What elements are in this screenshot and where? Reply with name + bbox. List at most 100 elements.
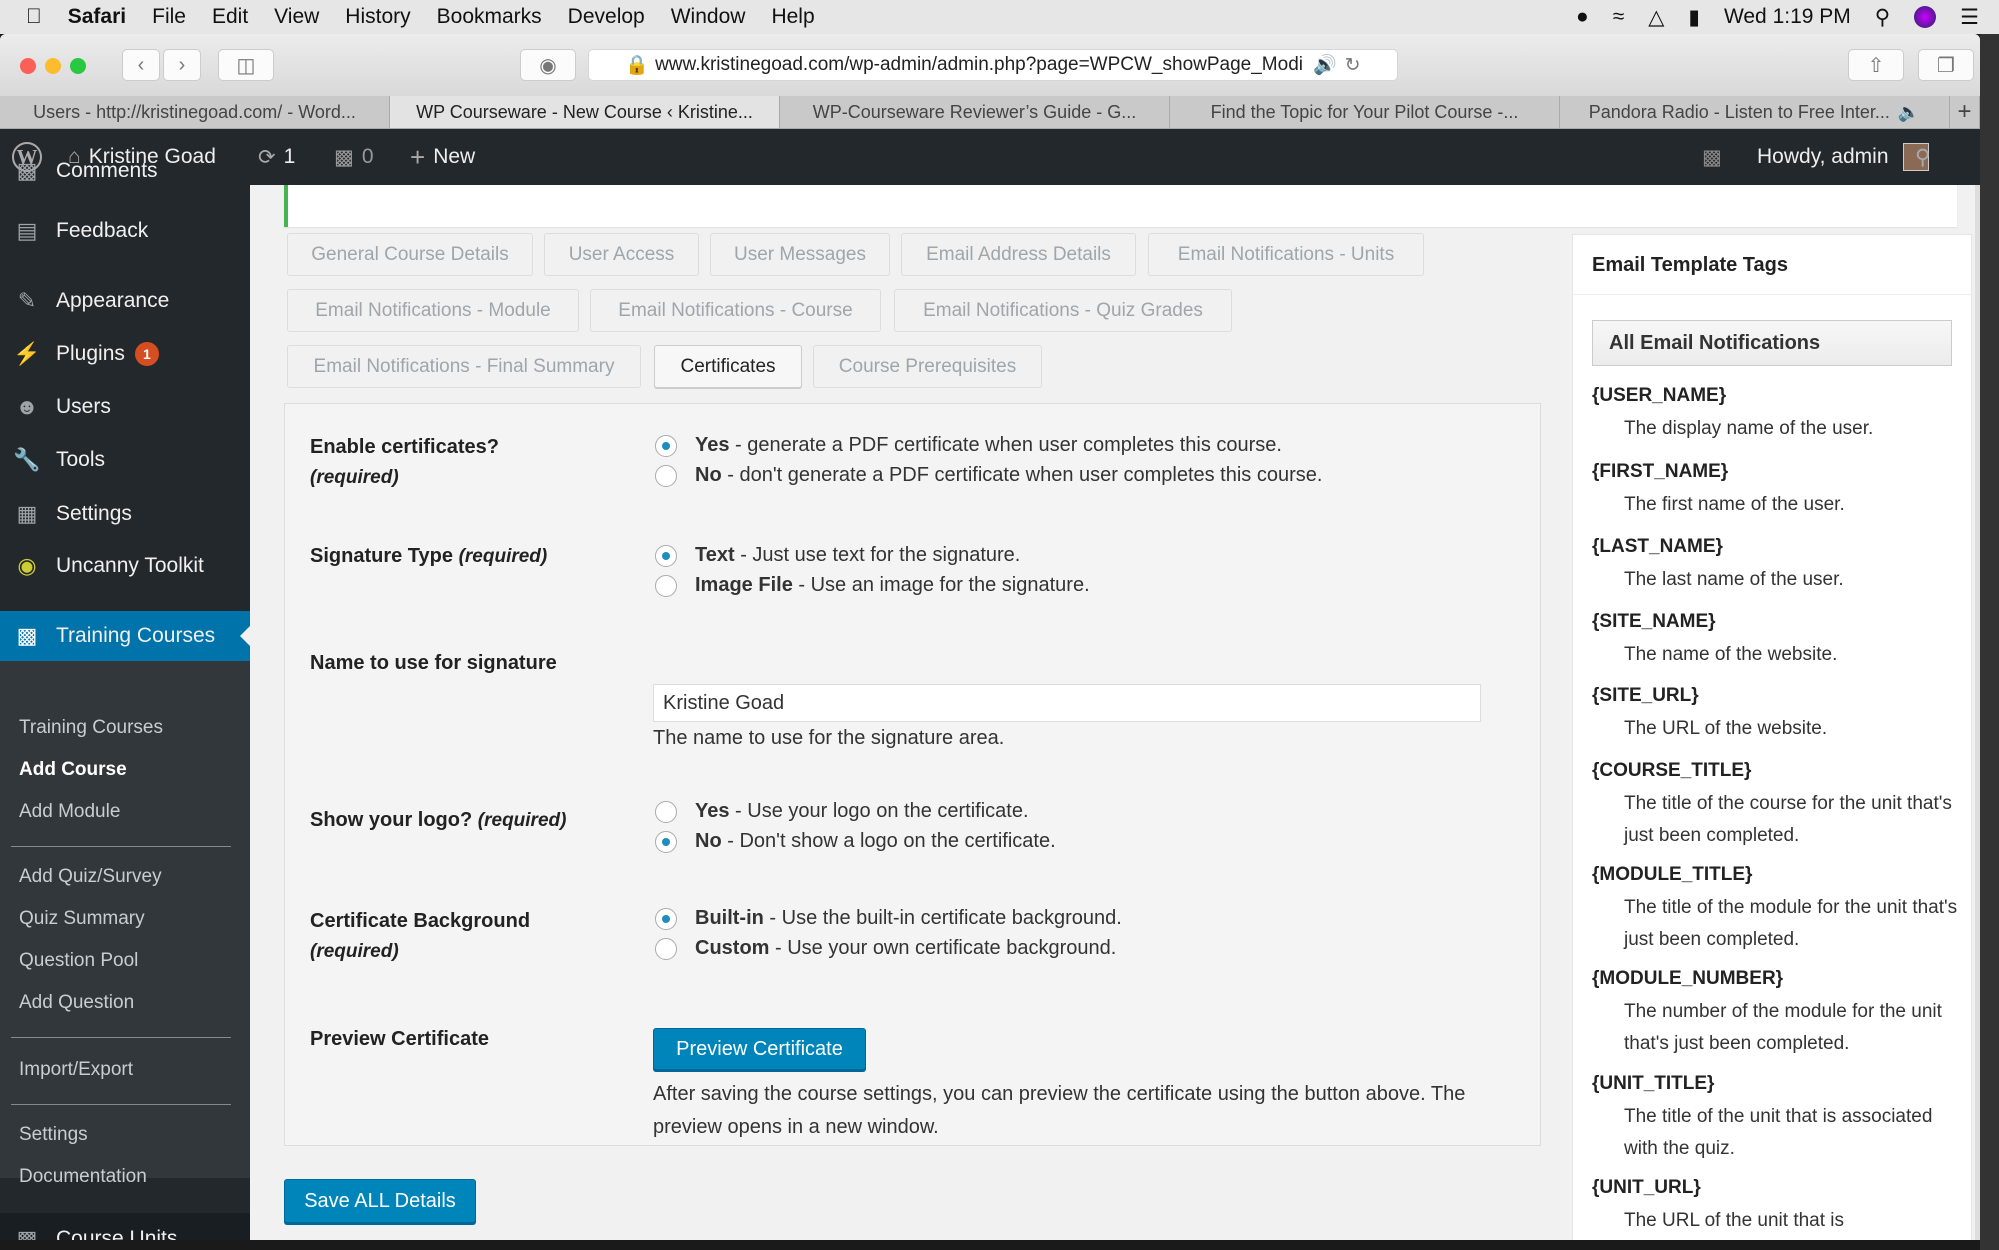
notification-center-icon[interactable]: ☰	[1960, 5, 1979, 30]
spotlight-icon[interactable]: ⚲	[1875, 5, 1890, 30]
submenu-import-export[interactable]: Import/Export	[19, 1059, 133, 1081]
submenu-add-quiz[interactable]: Add Quiz/Survey	[19, 866, 162, 888]
browser-tab-active[interactable]: WP Courseware - New Course ‹ Kristine...	[390, 96, 780, 128]
radio-button[interactable]	[655, 830, 677, 853]
radio-button[interactable]	[655, 937, 677, 960]
notification-type-select[interactable]: All Email Notifications	[1592, 320, 1952, 366]
tab-user-messages[interactable]: User Messages	[710, 233, 890, 276]
tag-description: The title of the course for the unit tha…	[1624, 793, 1952, 846]
menu-safari[interactable]: Safari	[68, 5, 126, 29]
tab-user-access[interactable]: User Access	[544, 233, 699, 276]
tab-email-notifications-quiz-grades[interactable]: Email Notifications - Quiz Grades	[894, 289, 1232, 332]
sidebar-item-uncanny-toolkit[interactable]: ◉ Uncanny Toolkit	[0, 542, 250, 590]
tab-email-notifications-units[interactable]: Email Notifications - Units	[1148, 233, 1424, 276]
submenu-add-question[interactable]: Add Question	[19, 992, 134, 1014]
background-custom-radio[interactable]: Custom - Use your own certificate backgr…	[655, 937, 1116, 960]
submenu-documentation[interactable]: Documentation	[19, 1166, 147, 1188]
back-button[interactable]: ‹	[122, 49, 160, 81]
submenu-quiz-summary[interactable]: Quiz Summary	[19, 908, 145, 930]
tab-email-notifications-module[interactable]: Email Notifications - Module	[287, 289, 579, 332]
audio-icon[interactable]: 🔊	[1313, 53, 1337, 77]
save-all-details-button[interactable]: Save ALL Details	[284, 1179, 476, 1223]
sidebar-toggle-icon[interactable]: ◫	[218, 49, 274, 81]
menu-history[interactable]: History	[345, 5, 410, 29]
background-builtin-radio[interactable]: Built-in - Use the built-in certificate …	[655, 907, 1122, 930]
browser-tab[interactable]: Users - http://kristinegoad.com/ - Word.…	[0, 96, 390, 128]
submenu-add-module[interactable]: Add Module	[19, 801, 120, 823]
submenu-question-pool[interactable]: Question Pool	[19, 950, 138, 972]
close-window-button[interactable]	[20, 58, 36, 74]
sidebar-item-feedback[interactable]: ▤ Feedback	[0, 207, 250, 255]
signature-text-radio[interactable]: Text - Just use text for the signature.	[655, 544, 1020, 567]
address-bar[interactable]: 🔒 www.kristinegoad.com/wp-admin/admin.ph…	[588, 49, 1398, 81]
sidebar-label: Tools	[56, 448, 106, 471]
sidebar-item-training-courses[interactable]: ▩ Training Courses	[0, 611, 250, 661]
preview-certificate-button[interactable]: Preview Certificate	[653, 1028, 866, 1070]
my-account-link[interactable]: Howdy, admin	[1757, 129, 1929, 185]
radio-button[interactable]	[655, 544, 677, 567]
tab-general-course-details[interactable]: General Course Details	[287, 233, 533, 276]
new-content-link[interactable]: + New	[410, 129, 475, 185]
menu-window[interactable]: Window	[671, 5, 746, 29]
tab-email-notifications-course[interactable]: Email Notifications - Course	[590, 289, 881, 332]
comments-link[interactable]: ▩ 0	[334, 129, 374, 185]
evernote-extension-icon[interactable]: ◉	[520, 49, 576, 81]
wifi-icon[interactable]: ≈	[1613, 5, 1625, 29]
radio-button[interactable]	[655, 464, 677, 487]
updates-link[interactable]: ⟳ 1	[258, 129, 295, 185]
menu-develop[interactable]: Develop	[568, 5, 645, 29]
submenu-settings[interactable]: Settings	[19, 1124, 88, 1146]
logo-no-radio[interactable]: No - Don't show a logo on the certificat…	[655, 830, 1056, 853]
sidebar-item-plugins[interactable]: ⚡ Plugins 1	[0, 330, 250, 378]
tag-name: {SITE_URL}	[1592, 685, 1699, 706]
enable-yes-radio[interactable]: Yes - generate a PDF certificate when us…	[655, 434, 1282, 457]
evernote-icon[interactable]: ●	[1576, 5, 1589, 29]
submenu-add-course[interactable]: Add Course	[19, 759, 127, 781]
browser-tab[interactable]: WP-Courseware Reviewer’s Guide - G...	[780, 96, 1170, 128]
reload-icon[interactable]: ↻	[1345, 54, 1361, 77]
preview-help: After saving the course settings, you ca…	[653, 1083, 1466, 1138]
menu-edit[interactable]: Edit	[212, 5, 248, 29]
sidebar-item-users[interactable]: ☻ Users	[0, 383, 250, 431]
sidebar-item-appearance[interactable]: ✎ Appearance	[0, 277, 250, 325]
tab-certificates[interactable]: Certificates	[654, 345, 802, 388]
browser-tab[interactable]: Pandora Radio - Listen to Free Inter... 🔈	[1560, 96, 1950, 128]
audio-icon[interactable]: 🔈	[1898, 102, 1920, 123]
radio-button[interactable]	[655, 907, 677, 930]
sidebar-item-course-units[interactable]: ▩ Course Units	[0, 1213, 250, 1240]
enable-no-radio[interactable]: No - don't generate a PDF certificate wh…	[655, 464, 1322, 487]
menu-view[interactable]: View	[274, 5, 319, 29]
notification-icon[interactable]: ▩	[1702, 129, 1722, 185]
forward-button[interactable]: ›	[163, 49, 201, 81]
sidebar-item-comments[interactable]: ▩ Comments	[0, 147, 250, 195]
zoom-window-button[interactable]	[70, 58, 86, 74]
airplay-icon[interactable]: △	[1648, 5, 1664, 30]
signature-name-input[interactable]	[653, 684, 1481, 722]
browser-tab[interactable]: Find the Topic for Your Pilot Course -..…	[1170, 96, 1560, 128]
battery-icon[interactable]: ▮	[1688, 5, 1700, 30]
menu-help[interactable]: Help	[771, 5, 814, 29]
radio-button[interactable]	[655, 434, 677, 457]
radio-button[interactable]	[655, 574, 677, 597]
logo-yes-radio[interactable]: Yes - Use your logo on the certificate.	[655, 800, 1029, 823]
search-icon[interactable]: ⚲	[1915, 129, 1930, 185]
submenu-training-courses[interactable]: Training Courses	[19, 717, 163, 739]
clock[interactable]: Wed 1:19 PM	[1724, 5, 1851, 29]
share-icon[interactable]: ⇧	[1848, 49, 1904, 81]
menu-file[interactable]: File	[152, 5, 186, 29]
signature-image-radio[interactable]: Image File - Use an image for the signat…	[655, 574, 1090, 597]
tab-course-prerequisites[interactable]: Course Prerequisites	[813, 345, 1042, 388]
minimize-window-button[interactable]	[45, 58, 61, 74]
siri-icon[interactable]	[1914, 6, 1937, 28]
divider	[11, 1104, 231, 1105]
divider	[11, 1037, 231, 1038]
sidebar-item-settings[interactable]: ▦ Settings	[0, 490, 250, 538]
menu-bookmarks[interactable]: Bookmarks	[437, 5, 542, 29]
tabs-overview-icon[interactable]: ❐	[1918, 49, 1974, 81]
sidebar-item-tools[interactable]: 🔧 Tools	[0, 436, 250, 484]
new-tab-button[interactable]: +	[1950, 96, 1980, 128]
radio-button[interactable]	[655, 800, 677, 823]
apple-icon[interactable]: 	[26, 5, 42, 29]
tab-email-notifications-final-summary[interactable]: Email Notifications - Final Summary	[287, 345, 641, 388]
tab-email-address-details[interactable]: Email Address Details	[901, 233, 1136, 276]
